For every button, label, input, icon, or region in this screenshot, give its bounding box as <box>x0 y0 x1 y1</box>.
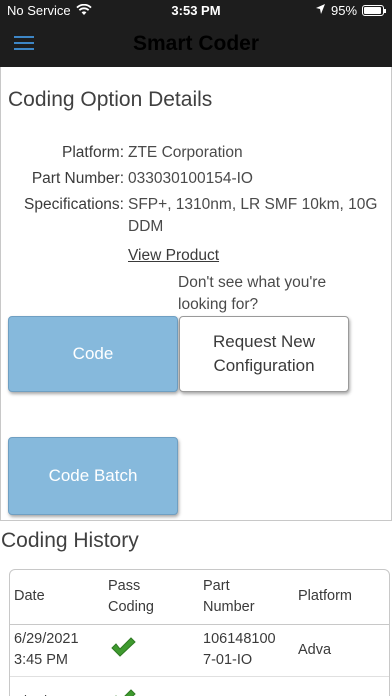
view-product-link[interactable]: View Product <box>128 247 219 265</box>
request-button-label: Request New Configuration <box>212 332 316 375</box>
code-batch-button[interactable]: Code Batch <box>8 437 178 515</box>
column-header-part-number[interactable]: Part Number <box>199 570 294 625</box>
details-section-title: Coding Option Details <box>8 88 213 111</box>
hint-text: Don't see what you're looking for? <box>178 274 327 313</box>
checkmark-icon <box>110 688 136 696</box>
row-pass-coding <box>104 676 199 696</box>
navigation-bar: Smart Coder <box>0 22 392 67</box>
status-bar: No Service 3:53 PM 95% <box>0 0 392 22</box>
history-section-title: Coding History <box>1 529 139 552</box>
code-button[interactable]: Code <box>8 316 178 392</box>
row-platform <box>294 676 389 696</box>
specifications-value: SFP+, 1310nm, LR SMF 10km, 10G DDM <box>128 196 378 235</box>
checkmark-icon <box>110 636 136 665</box>
battery-percentage: 95% <box>331 3 358 18</box>
location-arrow-icon <box>315 3 326 18</box>
app-title: Smart Coder <box>132 32 260 55</box>
specifications-label: Specifications: <box>24 196 124 213</box>
row-pass-coding <box>104 624 199 677</box>
column-header-date[interactable]: Date <box>10 570 104 625</box>
part-number-label: Part Number: <box>31 170 124 187</box>
platform-value: ZTE Corporation <box>128 144 243 161</box>
table-row[interactable]: 6/29/2021 3:45 PM 1061481007-01-IO Adva <box>10 624 389 677</box>
column-header-pass-coding[interactable]: Pass Coding <box>104 570 199 625</box>
history-table: Date Pass Coding Part Number Platform 6/… <box>9 569 390 696</box>
table-row[interactable]: 6/23/2021 1 <box>10 676 389 696</box>
column-header-platform[interactable]: Platform <box>294 570 389 625</box>
part-number-value: 033030100154-IO <box>128 170 253 187</box>
row-part-number <box>199 676 294 696</box>
specifications-row: Specifications: <box>1 196 124 218</box>
row-date: 6/23/2021 1 <box>10 676 104 696</box>
coding-option-details-panel: Coding Option Details Platform: ZTE Corp… <box>0 67 392 521</box>
platform-label: Platform: <box>61 144 124 161</box>
row-date: 6/29/2021 3:45 PM <box>10 624 104 677</box>
request-new-configuration-button[interactable]: Request New Configuration <box>179 316 349 392</box>
table-header-row: Date Pass Coding Part Number Platform <box>10 570 389 625</box>
row-part-number: 1061481007-01-IO <box>199 624 294 677</box>
row-platform: Adva <box>294 624 389 677</box>
battery-icon <box>362 5 386 16</box>
part-number-row: Part Number: <box>1 170 124 192</box>
platform-row: Platform: <box>1 144 124 166</box>
